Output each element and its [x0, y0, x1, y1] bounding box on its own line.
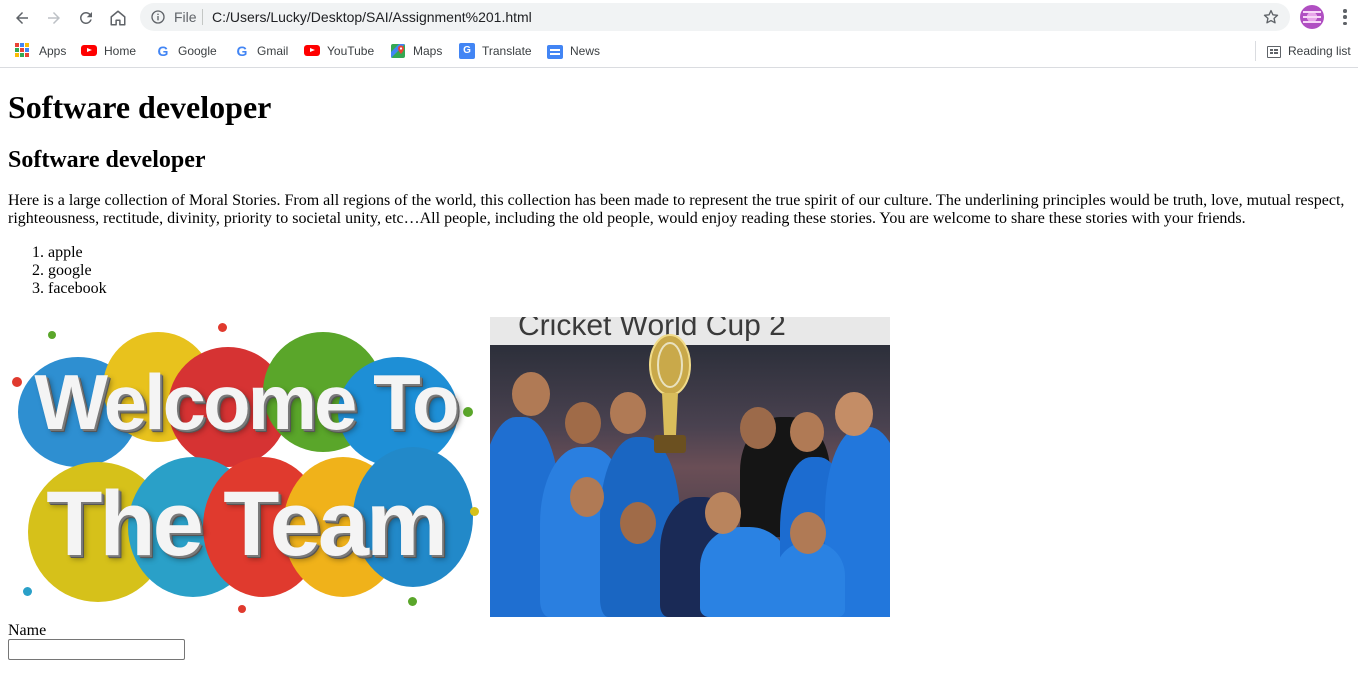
- browser-menu-button[interactable]: [1336, 7, 1354, 27]
- bookmark-label: Gmail: [257, 44, 289, 58]
- google-icon: G: [157, 43, 169, 59]
- youtube-icon: [81, 43, 97, 59]
- page-heading-2: Software developer: [8, 147, 206, 173]
- reading-list-label: Reading list: [1288, 44, 1351, 58]
- name-input[interactable]: [8, 639, 185, 660]
- intro-paragraph: Here is a large collection of Moral Stor…: [8, 192, 1345, 227]
- address-bar[interactable]: File C:/Users/Lucky/Desktop/SAI/Assignme…: [140, 3, 1290, 31]
- bookmark-translate[interactable]: G Translate: [459, 41, 532, 61]
- menu-dot-icon: [1343, 21, 1347, 25]
- youtube-icon: [304, 43, 320, 59]
- bookmark-label: Maps: [413, 44, 443, 58]
- bookmark-label: Translate: [482, 44, 532, 58]
- file-scheme-label: File: [174, 9, 197, 25]
- company-list: apple google facebook: [8, 244, 1353, 298]
- translate-icon: G: [459, 43, 475, 59]
- bookmark-label: Apps: [39, 44, 67, 58]
- bookmark-label: YouTube: [327, 44, 375, 58]
- news-icon: [547, 45, 563, 59]
- page-content: Software developer Software developer He…: [8, 68, 1353, 660]
- bookmark-label: News: [570, 44, 601, 58]
- google-icon: G: [236, 43, 248, 59]
- url-text[interactable]: C:/Users/Lucky/Desktop/SAI/Assignment%20…: [212, 9, 532, 25]
- forward-button[interactable]: [41, 5, 67, 31]
- menu-dot-icon: [1343, 9, 1347, 13]
- menu-dot-icon: [1343, 15, 1347, 19]
- list-item: facebook: [48, 280, 1353, 298]
- bookmark-maps[interactable]: Maps: [390, 41, 442, 61]
- bookmark-gmail[interactable]: G Gmail: [234, 41, 289, 61]
- cricket-team-photo: Cricket World Cup 2: [490, 317, 890, 617]
- bookmark-news[interactable]: News: [547, 41, 600, 61]
- welcome-text-line2: The Team: [46, 473, 448, 575]
- name-label: Name: [8, 622, 47, 639]
- home-button[interactable]: [105, 5, 131, 31]
- welcome-team-image: Welcome To The Team: [8, 317, 483, 617]
- address-divider: [202, 9, 203, 25]
- bookmark-star-icon[interactable]: [1262, 8, 1280, 26]
- bookmark-label: Home: [104, 44, 137, 58]
- home-icon: [110, 10, 126, 26]
- bookmarks-bar: Apps Home G Google G Gmail YouTube Maps …: [0, 35, 1358, 68]
- bookmarks-divider: [1255, 41, 1256, 61]
- welcome-text-line1: Welcome To: [34, 358, 459, 446]
- page-heading-1: Software developer: [8, 89, 272, 125]
- apps-grid-icon: [14, 42, 32, 60]
- back-button[interactable]: [9, 5, 35, 31]
- browser-toolbar: File C:/Users/Lucky/Desktop/SAI/Assignme…: [0, 0, 1358, 35]
- bookmark-google[interactable]: G Google: [155, 41, 217, 61]
- reload-icon: [79, 11, 92, 24]
- arrow-right-icon: [48, 12, 60, 24]
- bookmark-label: Google: [178, 44, 217, 58]
- maps-icon: [391, 44, 405, 58]
- reading-list-icon: [1267, 46, 1281, 58]
- profile-avatar[interactable]: [1300, 5, 1324, 29]
- trophy-icon: [649, 334, 691, 453]
- reading-list-button[interactable]: Reading list: [1267, 41, 1351, 61]
- bookmark-apps[interactable]: Apps: [14, 41, 66, 61]
- list-item: google: [48, 262, 1353, 280]
- arrow-left-icon: [16, 12, 28, 24]
- info-icon[interactable]: [150, 9, 166, 25]
- bookmark-home[interactable]: Home: [81, 41, 136, 61]
- bookmark-youtube[interactable]: YouTube: [304, 41, 374, 61]
- reload-button[interactable]: [73, 5, 99, 31]
- list-item: apple: [48, 244, 1353, 262]
